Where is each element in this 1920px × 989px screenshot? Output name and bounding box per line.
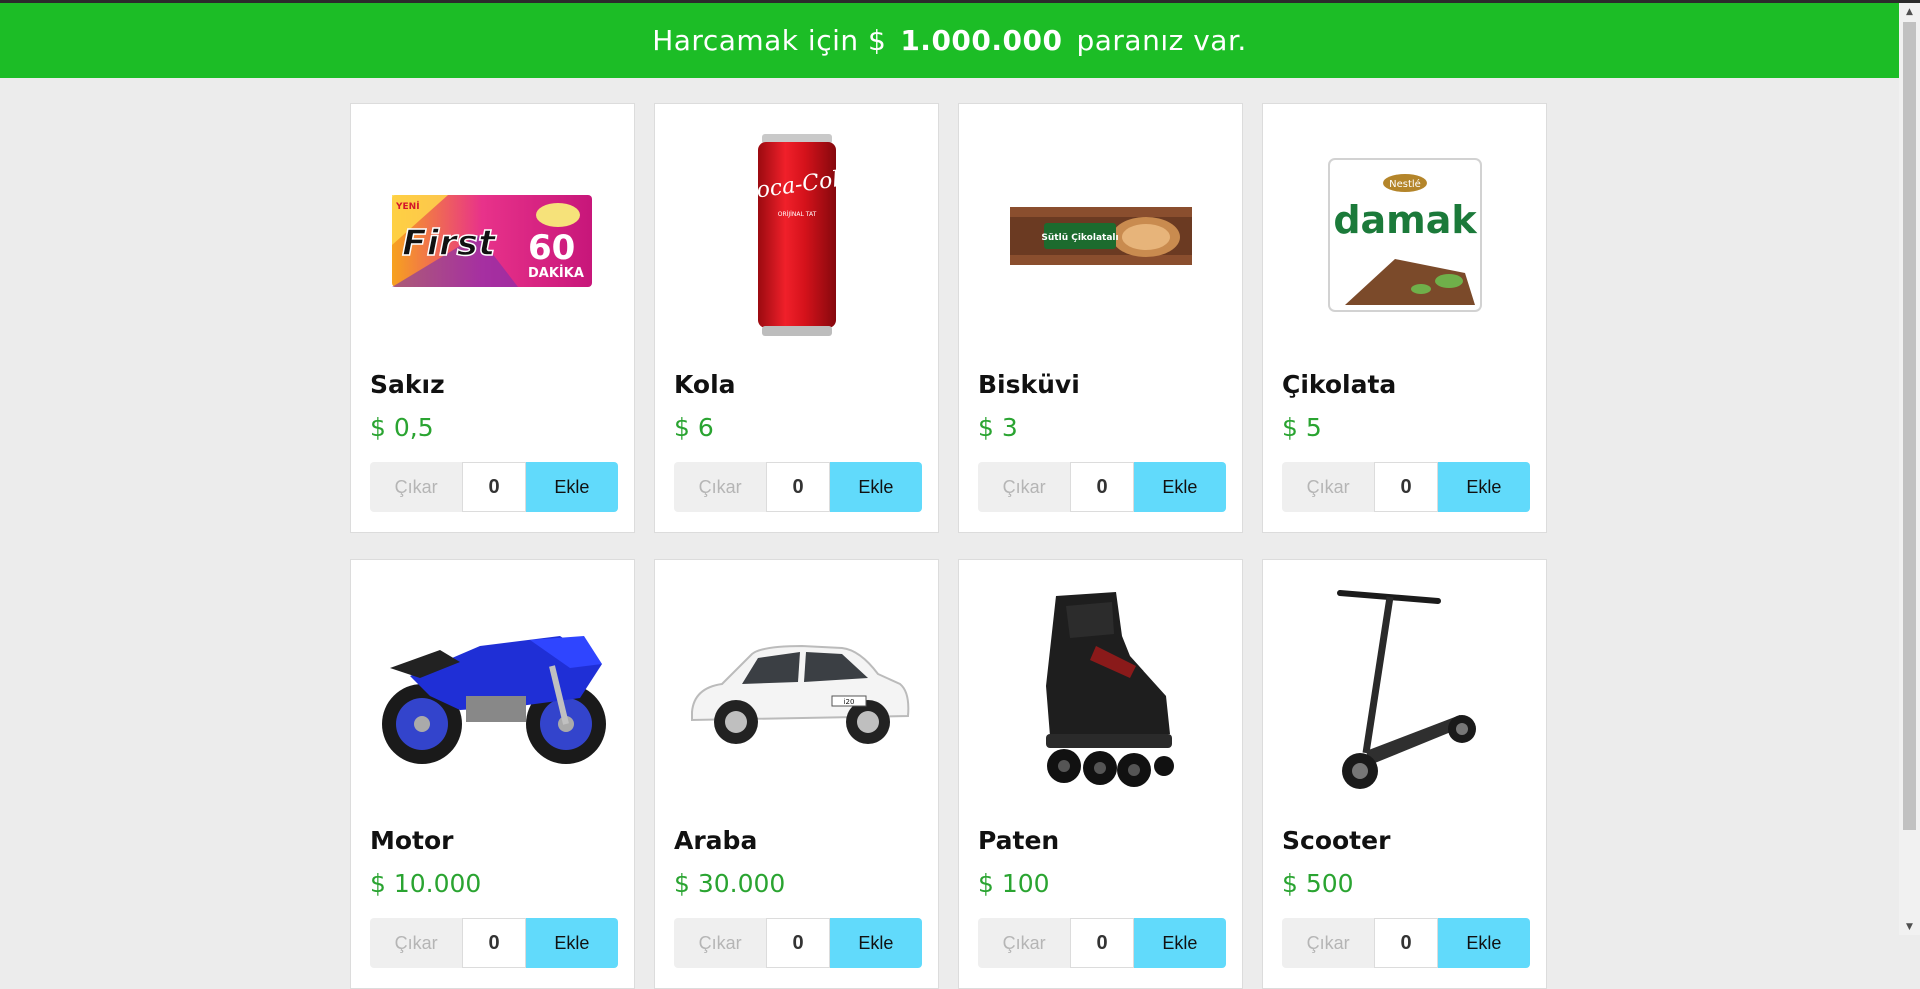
product-name: Paten (978, 826, 1060, 855)
product-name: Çikolata (1282, 370, 1397, 399)
quantity-controls: Çıkar 0 Ekle (674, 918, 923, 968)
quantity-controls: Çıkar 0 Ekle (674, 462, 923, 512)
cola-can-icon: Coca-Cola ORİJİNAL TAT (752, 133, 842, 336)
quantity-controls: Çıkar 0 Ekle (1282, 462, 1531, 512)
product-price: $ 6 (674, 413, 714, 442)
add-button[interactable]: Ekle (525, 462, 619, 512)
product-image (370, 578, 615, 803)
quantity-field[interactable]: 0 (1374, 918, 1438, 968)
product-grid: First 60 DAKİKA YENİ Sakız $ 0,5 Çıkar 0… (350, 103, 1550, 989)
scroll-thumb[interactable] (1903, 22, 1916, 830)
add-button[interactable]: Ekle (829, 462, 923, 512)
page-scrollbar[interactable]: ▲ ▼ (1899, 3, 1920, 935)
product-image: Sütlü Çikolatalı (978, 122, 1223, 347)
product-price: $ 5 (1282, 413, 1322, 442)
product-image: i20 (674, 578, 919, 803)
quantity-controls: Çıkar 0 Ekle (1282, 918, 1531, 968)
remove-button[interactable]: Çıkar (1282, 918, 1375, 968)
product-card: Sütlü Çikolatalı Bisküvi $ 3 Çıkar 0 Ekl… (958, 103, 1243, 533)
quantity-field[interactable]: 0 (766, 462, 830, 512)
quantity-controls: Çıkar 0 Ekle (370, 918, 619, 968)
product-name: Sakız (370, 370, 445, 399)
quantity-field[interactable]: 0 (462, 918, 526, 968)
svg-text:i20: i20 (843, 698, 854, 706)
svg-text:Nestlé: Nestlé (1389, 178, 1421, 190)
banner-suffix: paranız var. (1076, 24, 1247, 57)
banner-amount: 1.000.000 (900, 24, 1063, 57)
product-image (978, 578, 1223, 803)
add-button[interactable]: Ekle (1133, 462, 1227, 512)
product-image: First 60 DAKİKA YENİ (370, 122, 615, 347)
product-price: $ 500 (1282, 869, 1354, 898)
product-name: Bisküvi (978, 370, 1080, 399)
product-card: Scooter $ 500 Çıkar 0 Ekle (1262, 559, 1547, 989)
quantity-field[interactable]: 0 (1070, 918, 1134, 968)
product-card: Coca-Cola ORİJİNAL TAT Kola $ 6 Çıkar 0 … (654, 103, 939, 533)
biscuit-pack-icon: Sütlü Çikolatalı (1009, 206, 1192, 265)
product-image: Coca-Cola ORİJİNAL TAT (674, 122, 919, 347)
product-name: Scooter (1282, 826, 1391, 855)
add-button[interactable]: Ekle (829, 918, 923, 968)
remove-button[interactable]: Çıkar (1282, 462, 1375, 512)
add-button[interactable]: Ekle (1437, 462, 1531, 512)
product-image (1282, 578, 1527, 803)
svg-text:damak: damak (1333, 198, 1477, 242)
scooter-icon (1336, 590, 1476, 789)
inline-skate-icon (1045, 591, 1174, 787)
product-card: Paten $ 100 Çıkar 0 Ekle (958, 559, 1243, 989)
svg-text:60: 60 (528, 228, 575, 268)
quantity-field[interactable]: 0 (1070, 462, 1134, 512)
quantity-field[interactable]: 0 (1374, 462, 1438, 512)
quantity-controls: Çıkar 0 Ekle (978, 918, 1227, 968)
product-price: $ 30.000 (674, 869, 786, 898)
chocolate-bar-icon: Nestlé damak (1327, 157, 1482, 312)
product-image: Nestlé damak (1282, 122, 1527, 347)
scroll-up-arrow-icon[interactable]: ▲ (1899, 3, 1920, 20)
banner-prefix: Harcamak için $ (652, 24, 887, 57)
car-icon: i20 (690, 644, 909, 744)
product-price: $ 0,5 (370, 413, 434, 442)
product-name: Araba (674, 826, 758, 855)
svg-text:YENİ: YENİ (395, 201, 420, 212)
add-button[interactable]: Ekle (1437, 918, 1531, 968)
svg-text:Sütlü Çikolatalı: Sütlü Çikolatalı (1041, 233, 1118, 243)
remove-button[interactable]: Çıkar (978, 918, 1071, 968)
budget-banner: Harcamak için $ 1.000.000 paranız var. (0, 3, 1899, 78)
product-card: Nestlé damak Çikolata $ 5 Çıkar 0 Ekle (1262, 103, 1547, 533)
quantity-controls: Çıkar 0 Ekle (370, 462, 619, 512)
product-name: Kola (674, 370, 736, 399)
quantity-field[interactable]: 0 (462, 462, 526, 512)
quantity-controls: Çıkar 0 Ekle (978, 462, 1227, 512)
remove-button[interactable]: Çıkar (674, 918, 767, 968)
product-price: $ 10.000 (370, 869, 482, 898)
scroll-down-arrow-icon[interactable]: ▼ (1899, 918, 1920, 935)
add-button[interactable]: Ekle (525, 918, 619, 968)
remove-button[interactable]: Çıkar (978, 462, 1071, 512)
svg-text:ORİJİNAL TAT: ORİJİNAL TAT (777, 211, 816, 218)
remove-button[interactable]: Çıkar (674, 462, 767, 512)
product-price: $ 3 (978, 413, 1018, 442)
motorcycle-icon (382, 635, 606, 764)
svg-text:First: First (402, 223, 497, 264)
product-card: Motor $ 10.000 Çıkar 0 Ekle (350, 559, 635, 989)
product-card: i20 Araba $ 30.000 Çıkar 0 Ekle (654, 559, 939, 989)
product-name: Motor (370, 826, 454, 855)
product-card: First 60 DAKİKA YENİ Sakız $ 0,5 Çıkar 0… (350, 103, 635, 533)
product-price: $ 100 (978, 869, 1050, 898)
quantity-field[interactable]: 0 (766, 918, 830, 968)
add-button[interactable]: Ekle (1133, 918, 1227, 968)
remove-button[interactable]: Çıkar (370, 462, 463, 512)
remove-button[interactable]: Çıkar (370, 918, 463, 968)
gum-pack-icon: First 60 DAKİKA YENİ (391, 194, 592, 287)
svg-text:DAKİKA: DAKİKA (528, 265, 584, 281)
